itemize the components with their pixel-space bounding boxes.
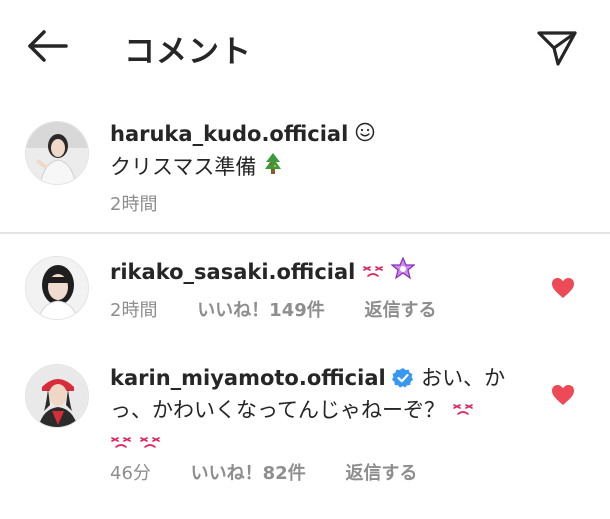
avatar[interactable]	[25, 121, 89, 185]
heart-icon	[552, 278, 574, 298]
likes-count[interactable]: いいね！82件	[191, 463, 306, 484]
comment-text-line1: おい、か	[421, 366, 506, 390]
christmas-tree-icon	[263, 152, 283, 185]
weary-face-icon	[362, 257, 384, 289]
like-button[interactable]	[551, 277, 575, 299]
caption-time: 2時間	[110, 194, 158, 215]
caption-text: クリスマス準備	[110, 155, 257, 179]
caption: haruka_kudo.official クリスマス準備 2時間	[0, 96, 610, 232]
like-button[interactable]	[551, 384, 575, 406]
comment-meta: 2時間 いいね！149件 返信する	[110, 296, 471, 322]
page-title: コメント	[124, 34, 252, 70]
heart-icon	[552, 385, 574, 405]
verified-badge-icon	[392, 366, 414, 388]
back-button[interactable]	[22, 26, 72, 66]
comment-meta: 46分 いいね！82件 返信する	[110, 459, 451, 485]
comment-time: 46分	[110, 463, 151, 484]
arrow-left-icon	[28, 30, 68, 62]
avatar[interactable]	[25, 256, 89, 320]
header: コメント	[0, 0, 610, 96]
share-button[interactable]	[534, 24, 580, 70]
smiley-icon	[355, 119, 375, 151]
avatar[interactable]	[25, 364, 89, 428]
purple-flower-icon	[390, 255, 416, 290]
comment-username[interactable]: rikako_sasaki.official	[110, 260, 355, 284]
caption-meta: 2時間	[110, 190, 191, 216]
weary-face-icon	[452, 395, 474, 427]
caption-body: haruka_kudo.official クリスマス準備	[110, 118, 540, 185]
weary-face-icon	[110, 428, 132, 460]
caption-username[interactable]: haruka_kudo.official	[110, 122, 348, 146]
comment-time: 2時間	[110, 300, 158, 321]
comment-item: karin_miyamoto.official おい、か っ、かわいくなってんじ…	[0, 344, 610, 519]
comment-item: rikako_sasaki.official 2時間 いいね！149件 返信する	[0, 234, 610, 344]
comment-body: rikako_sasaki.official	[110, 255, 540, 290]
paper-plane-icon	[537, 31, 577, 66]
likes-count[interactable]: いいね！149件	[197, 300, 325, 321]
reply-button[interactable]: 返信する	[345, 463, 417, 484]
comment-username[interactable]: karin_miyamoto.official	[110, 366, 386, 390]
comment-body: karin_miyamoto.official おい、か っ、かわいくなってんじ…	[110, 362, 540, 460]
comment-text-line2: っ、かわいくなってんじゃねーぞ？	[110, 398, 445, 422]
weary-face-icon	[139, 428, 161, 460]
reply-button[interactable]: 返信する	[365, 300, 437, 321]
